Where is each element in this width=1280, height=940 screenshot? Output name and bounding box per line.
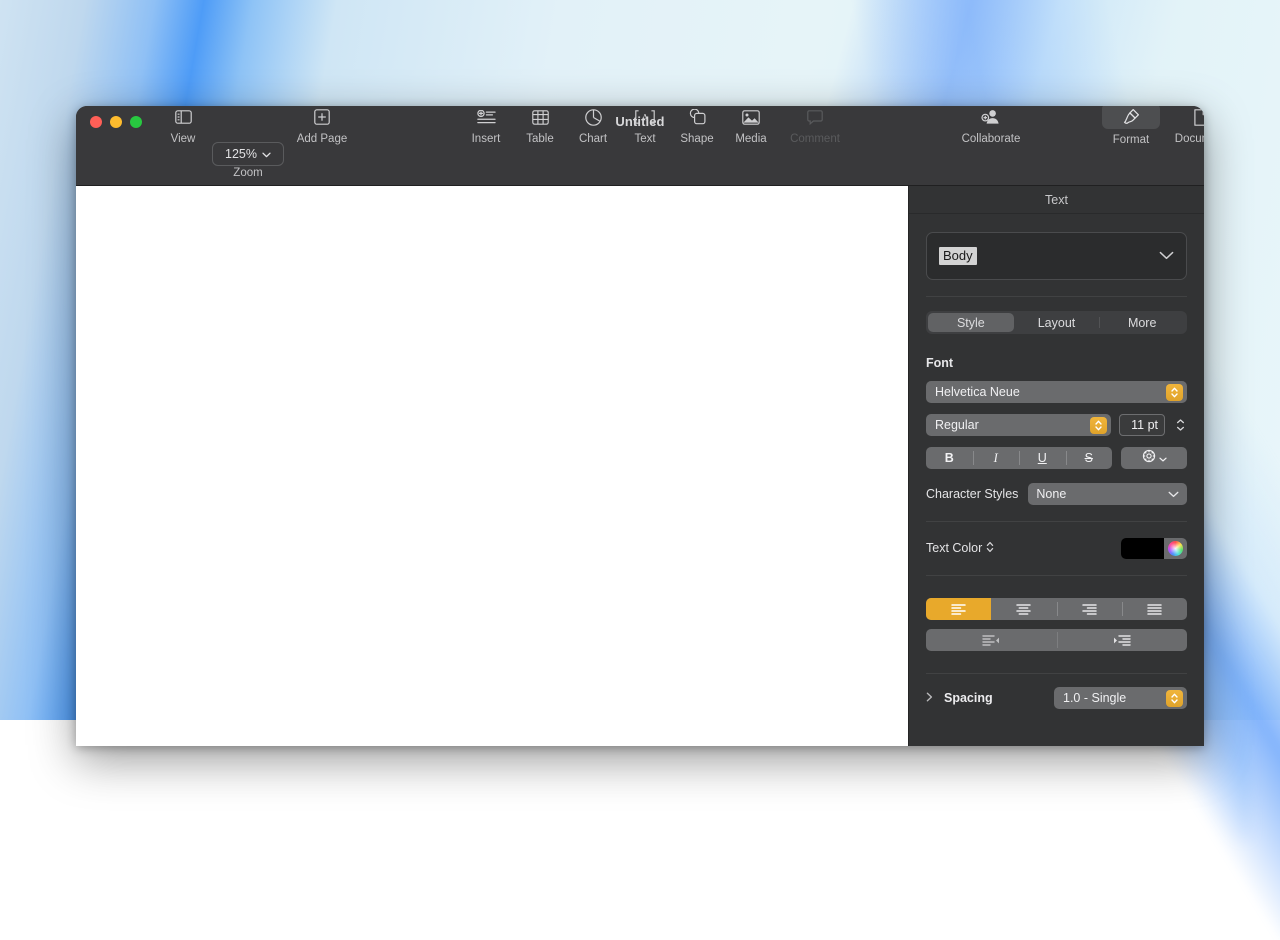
underline-label: U	[1038, 451, 1047, 465]
plus-square-icon	[285, 106, 359, 128]
font-options-button[interactable]	[1121, 447, 1187, 469]
font-style-size-row: Regular 11 pt	[926, 414, 1187, 436]
spacing-label: Spacing	[944, 691, 993, 705]
font-weight-stepper-icon[interactable]	[1090, 417, 1107, 434]
svg-text:A: A	[642, 113, 649, 123]
paragraph-style-popup[interactable]: Body	[926, 232, 1187, 280]
toolbar-zoom-label-wrap: Zoom	[211, 162, 285, 179]
increase-indent-button[interactable]	[1057, 629, 1188, 651]
tab-style[interactable]: Style	[928, 313, 1014, 332]
text-alignment-group	[926, 598, 1187, 620]
add-person-icon	[954, 106, 1028, 128]
strikethrough-button[interactable]: S	[1066, 447, 1113, 469]
inspector-title: Text	[909, 186, 1204, 214]
spacing-value: 1.0 - Single	[1063, 691, 1126, 705]
font-weight-popup[interactable]: Regular	[926, 414, 1111, 436]
font-family-popup[interactable]: Helvetica Neue	[926, 381, 1187, 403]
toolbar-view-label: View	[146, 133, 220, 145]
spacing-row: Spacing 1.0 - Single	[926, 687, 1187, 709]
font-emphasis-group: B I U S	[926, 447, 1112, 469]
toolbar-add-page-label: Add Page	[285, 133, 359, 145]
italic-label: I	[994, 451, 998, 466]
window-body: Text Body Style Layout More Font	[76, 186, 1204, 746]
paintbrush-icon	[1123, 106, 1140, 127]
zoom-value: 125%	[225, 147, 257, 161]
color-wheel-button[interactable]	[1164, 538, 1187, 559]
toolbar-format-button[interactable]: Format	[1094, 106, 1168, 146]
format-inspector-panel: Text Body Style Layout More Font	[908, 186, 1204, 746]
document-page-icon	[1164, 106, 1204, 128]
font-family-stepper-icon[interactable]	[1166, 384, 1183, 401]
tab-more[interactable]: More	[1099, 313, 1185, 332]
divider	[926, 575, 1187, 576]
character-styles-label: Character Styles	[926, 487, 1018, 501]
bold-label: B	[945, 451, 954, 465]
underline-button[interactable]: U	[1019, 447, 1066, 469]
text-color-row: Text Color	[926, 537, 1187, 559]
chevron-down-icon	[1168, 487, 1179, 501]
font-emphasis-row: B I U S	[926, 447, 1187, 469]
font-size-value: 11 pt	[1131, 418, 1158, 432]
toolbar-add-page-button[interactable]: Add Page	[285, 106, 359, 145]
tab-style-label: Style	[957, 316, 985, 330]
window-toolbar: Untitled View 125% Zoom	[76, 106, 1204, 186]
font-family-value: Helvetica Neue	[935, 385, 1020, 399]
toolbar-comment-label: Comment	[778, 133, 852, 145]
chevron-down-icon	[262, 147, 271, 161]
character-styles-row: Character Styles None	[926, 483, 1187, 505]
disclosure-triangle-icon[interactable]	[926, 692, 936, 705]
align-center-button[interactable]	[991, 598, 1056, 620]
bold-button[interactable]: B	[926, 447, 973, 469]
font-size-stepper[interactable]	[1173, 414, 1187, 436]
toolbar-media-label: Media	[714, 133, 788, 145]
align-justify-button[interactable]	[1122, 598, 1187, 620]
character-styles-popup[interactable]: None	[1028, 483, 1187, 505]
paragraph-style-value: Body	[939, 247, 977, 265]
spacing-popup[interactable]: 1.0 - Single	[1054, 687, 1187, 709]
spacing-stepper-icon[interactable]	[1166, 690, 1183, 707]
gear-icon	[1142, 449, 1156, 468]
pages-app-window: Untitled View 125% Zoom	[76, 106, 1204, 746]
font-group-label: Font	[926, 356, 1187, 370]
inspector-content: Body Style Layout More Font Helvetica Ne…	[909, 214, 1204, 709]
toolbar-view-button[interactable]: View	[146, 106, 220, 145]
comment-bubble-icon	[778, 106, 852, 128]
document-canvas[interactable]	[76, 186, 908, 746]
photo-icon	[714, 106, 788, 128]
decrease-indent-button[interactable]	[926, 629, 1057, 651]
tab-more-label: More	[1128, 316, 1156, 330]
format-button-highlight	[1102, 106, 1160, 129]
divider	[926, 521, 1187, 522]
divider	[926, 296, 1187, 297]
tab-layout[interactable]: Layout	[1014, 313, 1100, 332]
toolbar-collaborate-button[interactable]: Collaborate	[954, 106, 1028, 145]
text-indent-group	[926, 629, 1187, 651]
align-right-button[interactable]	[1057, 598, 1122, 620]
chevron-down-icon	[1159, 247, 1174, 265]
align-left-button[interactable]	[926, 598, 991, 620]
italic-button[interactable]: I	[973, 447, 1020, 469]
toolbar-comment-button[interactable]: Comment	[778, 106, 852, 145]
chevron-down-icon	[1159, 449, 1167, 467]
toolbar-format-label: Format	[1094, 134, 1168, 146]
toolbar-document-label: Document	[1164, 133, 1204, 145]
inspector-tab-group: Style Layout More	[926, 311, 1187, 334]
toolbar-media-button[interactable]: Media	[714, 106, 788, 145]
font-weight-value: Regular	[935, 418, 979, 432]
strikethrough-label: S	[1085, 451, 1093, 465]
divider	[926, 673, 1187, 674]
text-color-label: Text Color	[926, 541, 994, 556]
toolbar-zoom-label: Zoom	[211, 167, 285, 179]
text-color-label-text: Text Color	[926, 541, 982, 555]
text-color-controls	[1121, 538, 1187, 559]
toolbar-document-button[interactable]: Document	[1164, 106, 1204, 145]
color-wheel-icon	[1168, 541, 1183, 556]
font-size-input[interactable]: 11 pt	[1119, 414, 1165, 436]
toolbar-collaborate-label: Collaborate	[954, 133, 1028, 145]
text-color-swatch[interactable]	[1121, 538, 1164, 559]
sidebar-icon	[146, 106, 220, 128]
up-down-arrows-icon[interactable]	[986, 541, 994, 556]
tab-layout-label: Layout	[1038, 316, 1076, 330]
character-styles-value: None	[1036, 487, 1066, 501]
